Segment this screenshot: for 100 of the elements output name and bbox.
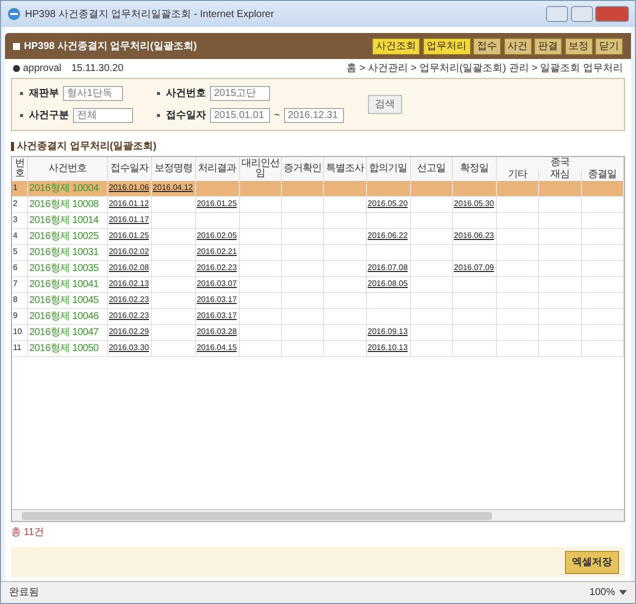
select-field[interactable]: 형사1단독	[63, 86, 123, 100]
select-field[interactable]: 전체	[73, 108, 133, 123]
row-number: 5	[13, 247, 18, 256]
date-link[interactable]: 2016.07.08	[368, 263, 408, 272]
date-link[interactable]: 2016.02.23	[196, 263, 237, 272]
row-number: 8	[13, 295, 18, 304]
date-link[interactable]: 2016.03.30	[108, 343, 149, 352]
table-row[interactable]: 6 2016형제 10035 2016.02.08 2016.02.23 2016.07.08 2016.07.09	[12, 260, 624, 276]
column-header: 사건번호	[28, 156, 108, 180]
date-link[interactable]: 2016.01.25	[196, 199, 237, 208]
date-link[interactable]: 2016.05.20	[368, 199, 408, 208]
date-link[interactable]: 2016.03.07	[196, 279, 237, 288]
case-link[interactable]: 2016형제 10045	[29, 294, 99, 306]
column-group-header: 종국	[496, 156, 624, 168]
field-label: 재판부	[29, 86, 59, 100]
header-button[interactable]: 접수	[473, 38, 501, 54]
date-link[interactable]: 2016.06.22	[368, 231, 408, 240]
row-number: 6	[13, 263, 18, 272]
horizontal-scrollbar[interactable]	[12, 509, 624, 521]
date-link[interactable]: 2016.02.08	[108, 263, 149, 272]
date-link[interactable]: 2016.02.29	[108, 327, 149, 336]
bullet-icon	[20, 92, 23, 94]
case-link[interactable]: 2016형제 10008	[29, 198, 99, 210]
date-field[interactable]: 2016.12.31	[284, 108, 344, 123]
maximize-button[interactable]	[570, 6, 592, 22]
table-row[interactable]: 4 2016형제 10025 2016.01.25 2016.02.05 2016.06.22 2016.06.23	[12, 228, 624, 244]
column-header: 처리결과	[195, 156, 240, 180]
case-link[interactable]: 2016형제 10014	[29, 214, 99, 226]
header-button[interactable]: 보정	[564, 38, 592, 54]
range-separator: ~	[274, 109, 280, 123]
row-number: 4	[13, 231, 18, 240]
table-row[interactable]: 5 2016형제 10031 2016.02.02 2016.02.21	[12, 244, 624, 260]
date-link[interactable]: 2016.03.17	[196, 311, 237, 320]
date-link[interactable]: 2016.03.17	[196, 295, 237, 304]
column-header: 특별조사	[324, 156, 366, 180]
row-number: 10	[13, 327, 22, 336]
table-row[interactable]: 2 2016형제 10008 2016.01.12 2016.01.25 2016.05.20 2016.05.30	[12, 196, 624, 212]
select-field[interactable]: 2015고단	[210, 86, 270, 100]
date-link[interactable]: 2016.05.30	[454, 199, 494, 208]
column-header: 확정일	[452, 156, 496, 180]
table-row[interactable]: 3 2016형제 10014 2016.01.17	[12, 212, 624, 228]
case-link[interactable]: 2016형제 10025	[29, 230, 99, 242]
column-header: 대리인선임	[239, 156, 282, 180]
excel-button[interactable]: 엑셀저장	[565, 550, 619, 574]
field-label: 사건구분	[29, 109, 69, 123]
date-link[interactable]: 2016.09.13	[368, 327, 408, 336]
header-button[interactable]: 사건조회	[372, 38, 420, 54]
column-header: 접수일자	[107, 156, 152, 180]
table-row[interactable]: 11 2016형제 10050 2016.03.30 2016.04.15 2016.10.13	[12, 340, 624, 356]
header-button[interactable]: 업무처리	[422, 38, 470, 54]
column-header: 선고일	[410, 156, 452, 180]
date-link[interactable]: 2016.04.15	[196, 343, 237, 352]
date-link[interactable]: 2016.02.23	[108, 295, 149, 304]
header-button[interactable]: 판결	[534, 38, 562, 54]
date-link[interactable]: 2016.02.21	[196, 247, 237, 256]
date-link[interactable]: 2016.01.25	[108, 231, 149, 240]
header-button[interactable]: 사건	[504, 38, 532, 54]
header-button[interactable]: 닫기	[595, 38, 623, 54]
case-link[interactable]: 2016형제 10047	[29, 326, 99, 338]
column-header: 증거확인	[282, 156, 324, 180]
case-link[interactable]: 2016형제 10050	[29, 342, 99, 354]
bullet-icon	[20, 114, 23, 117]
date-field[interactable]: 2015.01.01	[210, 108, 270, 123]
date-link[interactable]: 2016.06.23	[454, 231, 494, 240]
table-row[interactable]: 1 2016형제 10004 2016.01.06 2016.04.12	[12, 180, 624, 196]
row-number: 3	[13, 215, 18, 224]
table-row[interactable]: 9 2016형제 10046 2016.02.23 2016.03.17	[12, 308, 624, 324]
date-link[interactable]: 2016.02.05	[196, 231, 237, 240]
field-label: 접수일자	[166, 109, 206, 123]
date-link[interactable]: 2016.02.23	[108, 311, 149, 320]
row-number: 11	[13, 343, 22, 352]
column-header: 합의기일	[366, 156, 410, 180]
close-button[interactable]	[595, 6, 629, 22]
search-button[interactable]: 검색	[368, 94, 402, 114]
table-row[interactable]: 7 2016형제 10041 2016.02.13 2016.03.07 2016.08.05	[12, 276, 624, 292]
ip-address: 15.11.30.20	[71, 62, 124, 76]
case-link[interactable]: 2016형제 10035	[29, 262, 99, 274]
dropdown-icon[interactable]	[619, 590, 627, 595]
date-link[interactable]: 2016.02.02	[108, 247, 149, 256]
date-link[interactable]: 2016.07.09	[454, 263, 494, 272]
window-title: HP398 사건종결지 업무처리일괄조회 - Internet Explorer	[25, 8, 274, 22]
case-link[interactable]: 2016형제 10031	[29, 246, 99, 258]
date-link[interactable]: 2016.03.28	[196, 327, 237, 336]
table-row[interactable]: 10 2016형제 10047 2016.02.29 2016.03.28 2016.09.13	[12, 324, 624, 340]
date-link[interactable]: 2016.10.13	[368, 343, 408, 352]
table-row[interactable]: 8 2016형제 10045 2016.02.23 2016.03.17	[12, 292, 624, 308]
minimize-button[interactable]	[546, 6, 568, 22]
zoom-level[interactable]: 100%	[589, 585, 615, 600]
date-link[interactable]: 2016.08.05	[368, 279, 408, 288]
page-title: HP398 사건종결지 업무처리(일괄조회)	[24, 40, 197, 54]
date-link[interactable]: 2016.01.12	[108, 199, 149, 208]
case-link[interactable]: 2016형제 10046	[29, 310, 99, 322]
result-count: 총 11건	[10, 526, 46, 540]
date-link[interactable]: 2016.01.17	[108, 215, 149, 224]
case-link[interactable]: 2016형제 10041	[29, 278, 99, 290]
date-link[interactable]: 2016.02.13	[108, 279, 149, 288]
row-number: 2	[13, 199, 18, 208]
column-header: 보정명령	[151, 156, 196, 180]
bullet-icon	[157, 92, 160, 94]
row-number: 7	[13, 279, 18, 288]
